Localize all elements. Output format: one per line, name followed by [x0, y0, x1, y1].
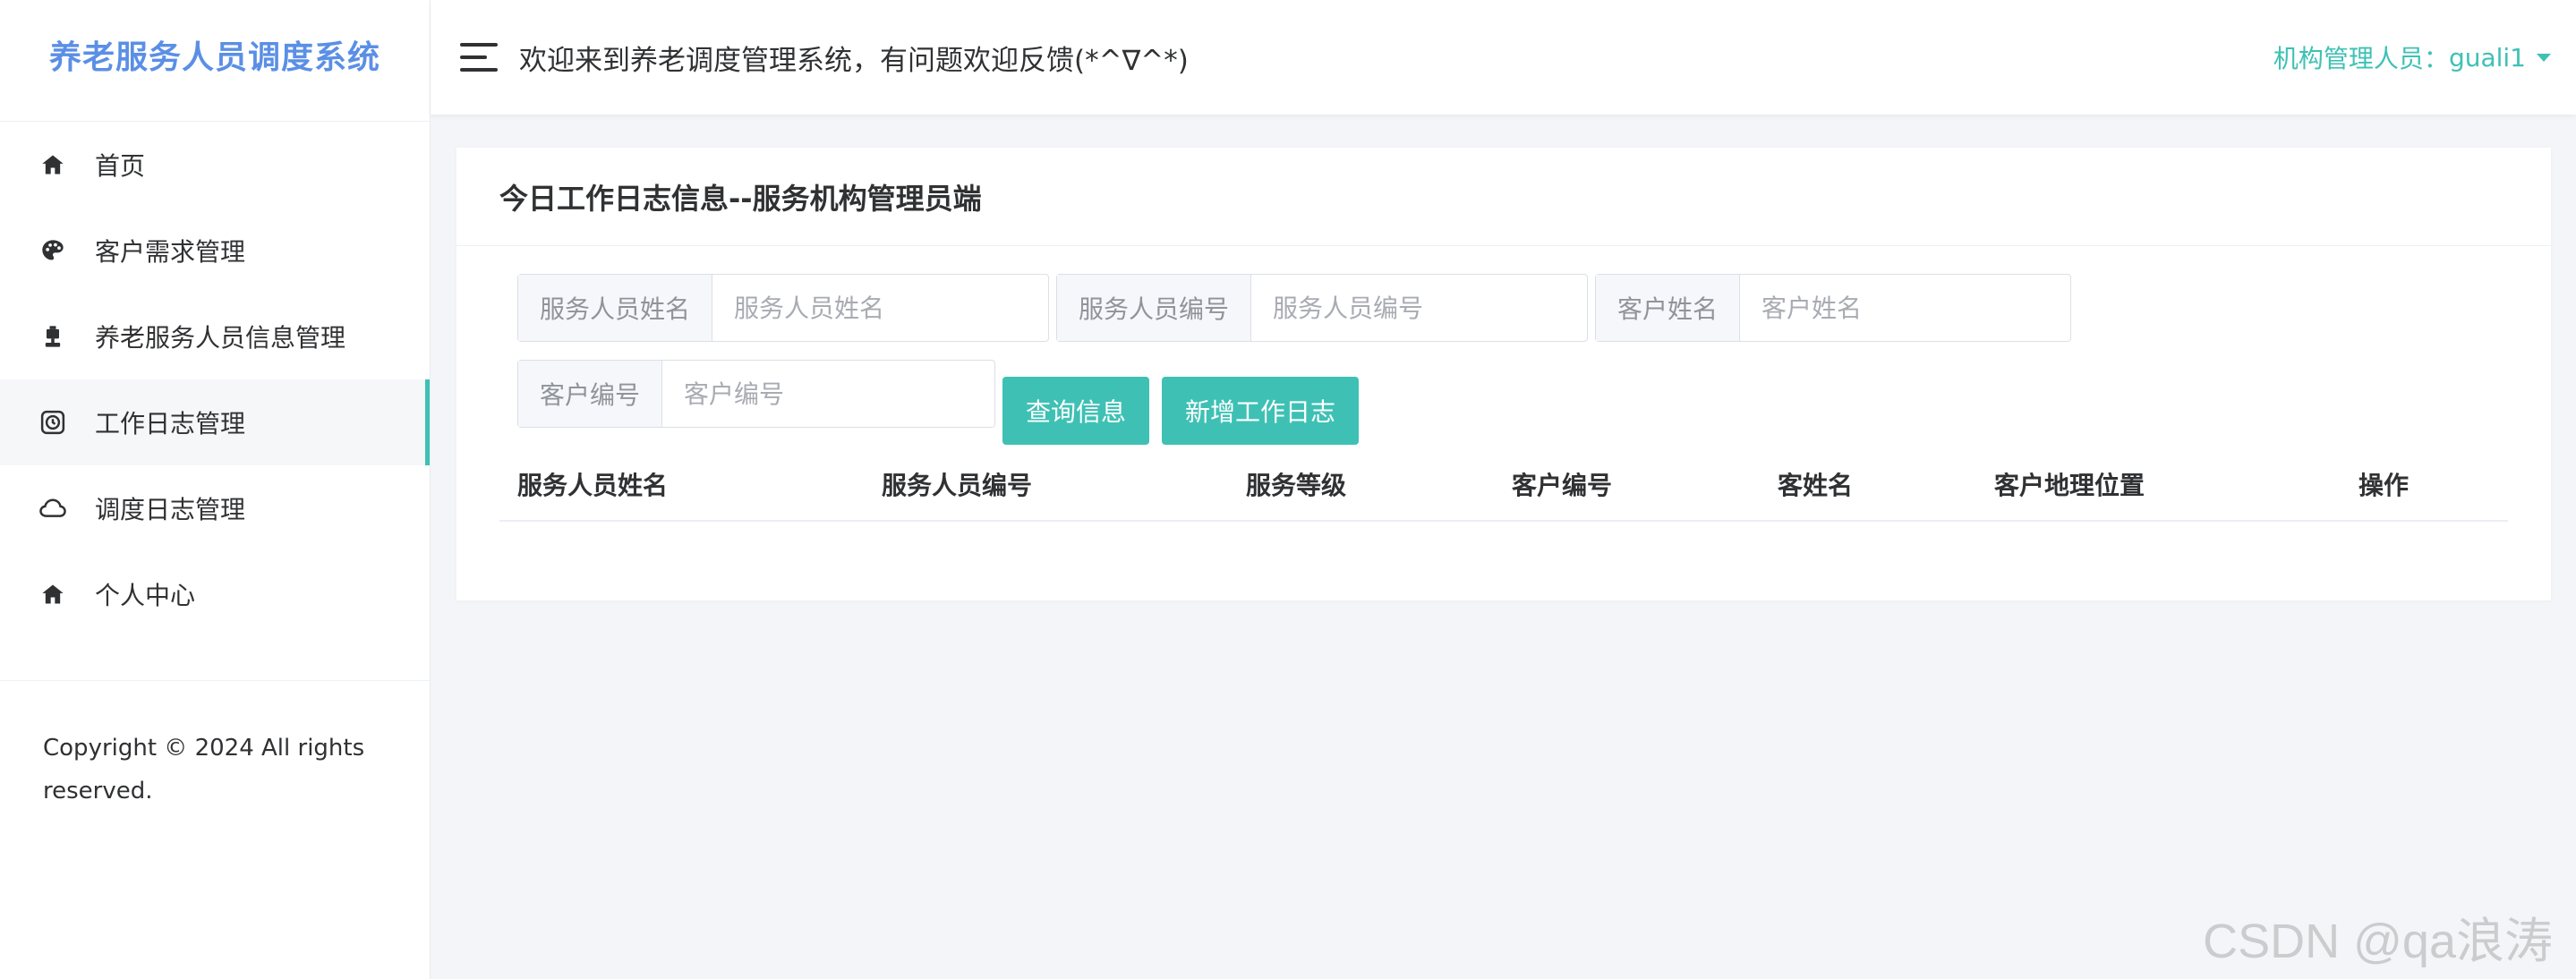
staff-id-input[interactable]: [1251, 275, 1587, 341]
customer-name-filter: 客户姓名: [1595, 274, 2071, 342]
customer-id-filter: 客户编号: [517, 360, 995, 428]
staff-id-filter: 服务人员编号: [1056, 274, 1588, 342]
cloud-icon: [38, 493, 68, 524]
sidebar-item-label: 调度日志管理: [95, 495, 246, 524]
customer-id-label: 客户编号: [518, 361, 663, 427]
work-log-card: 今日工作日志信息--服务机构管理员端 服务人员姓名 服务人员编号 客户姓名 客户…: [456, 148, 2551, 600]
column-header: 客户编号: [1512, 471, 1613, 500]
staff-name-filter: 服务人员姓名: [517, 274, 1049, 342]
sidebar-item-staff-info[interactable]: 养老服务人员信息管理: [0, 294, 430, 379]
sidebar-item-label: 客户需求管理: [95, 237, 246, 267]
sidebar-item-dispatch-log[interactable]: 调度日志管理: [0, 465, 430, 551]
sidebar-item-work-log[interactable]: 工作日志管理: [0, 379, 430, 465]
customer-name-label: 客户姓名: [1596, 275, 1741, 341]
column-header: 服务人员姓名: [517, 471, 669, 500]
sidebar-item-label: 首页: [95, 151, 146, 181]
clock-icon: [38, 407, 68, 438]
copyright-text: Copyright © 2024 All rights reserved.: [43, 735, 365, 804]
sidebar: 养老服务人员调度系统 首页 客户需求管理 养老服务人员信息管理 工作日志管理 调…: [0, 0, 431, 979]
add-work-log-button[interactable]: 新增工作日志: [1162, 377, 1360, 445]
sidebar-item-label: 工作日志管理: [95, 409, 246, 438]
column-header: 服务等级: [1246, 471, 1347, 500]
customer-name-input[interactable]: [1740, 275, 2070, 341]
home-icon: [38, 579, 68, 609]
username: guali1: [2448, 42, 2526, 72]
column-header: 客户地理位置: [1994, 471, 2145, 500]
query-button[interactable]: 查询信息: [1002, 377, 1150, 445]
top-header: 欢迎来到养老调度管理系统，有问题欢迎反馈(*^∇^*) 机构管理人员： gual…: [431, 0, 2576, 115]
column-header: 服务人员编号: [882, 471, 1033, 500]
sidebar-item-customer-demand[interactable]: 客户需求管理: [0, 208, 430, 294]
menu-toggle-icon[interactable]: [460, 43, 498, 72]
staff-id-label: 服务人员编号: [1057, 275, 1252, 341]
caret-down-icon: [2537, 53, 2551, 62]
watermark: CSDN @qa浪涛: [2203, 915, 2553, 968]
palette-icon: [38, 235, 68, 266]
brand-title: 养老服务人员调度系统: [48, 38, 380, 76]
sidebar-divider: [0, 680, 430, 681]
sidebar-item-label: 养老服务人员信息管理: [95, 323, 346, 353]
customer-id-input[interactable]: [662, 361, 994, 427]
brand: 养老服务人员调度系统: [0, 0, 430, 122]
sidebar-item-label: 个人中心: [95, 581, 196, 610]
user-dropdown[interactable]: 机构管理人员： guali1: [2273, 0, 2551, 115]
sidebar-menu: 首页 客户需求管理 养老服务人员信息管理 工作日志管理 调度日志管理 个人中心: [0, 122, 430, 637]
user-role-label: 机构管理人员：: [2273, 44, 2449, 73]
welcome-message: 欢迎来到养老调度管理系统，有问题欢迎反馈(*^∇^*): [519, 44, 1189, 77]
staff-name-input[interactable]: [712, 275, 1048, 341]
sidebar-item-home[interactable]: 首页: [0, 122, 430, 208]
sidebar-item-profile[interactable]: 个人中心: [0, 551, 430, 637]
table-header: 服务人员姓名 服务人员编号 服务等级 客户编号 客姓名 客户地理位置 操作: [499, 452, 2508, 522]
staff-name-label: 服务人员姓名: [518, 275, 713, 341]
trophy-icon: [38, 321, 68, 352]
home-icon: [38, 149, 68, 180]
column-header: 客姓名: [1778, 471, 1854, 500]
column-header: 操作: [2358, 471, 2410, 500]
card-title: 今日工作日志信息--服务机构管理员端: [456, 148, 2551, 246]
